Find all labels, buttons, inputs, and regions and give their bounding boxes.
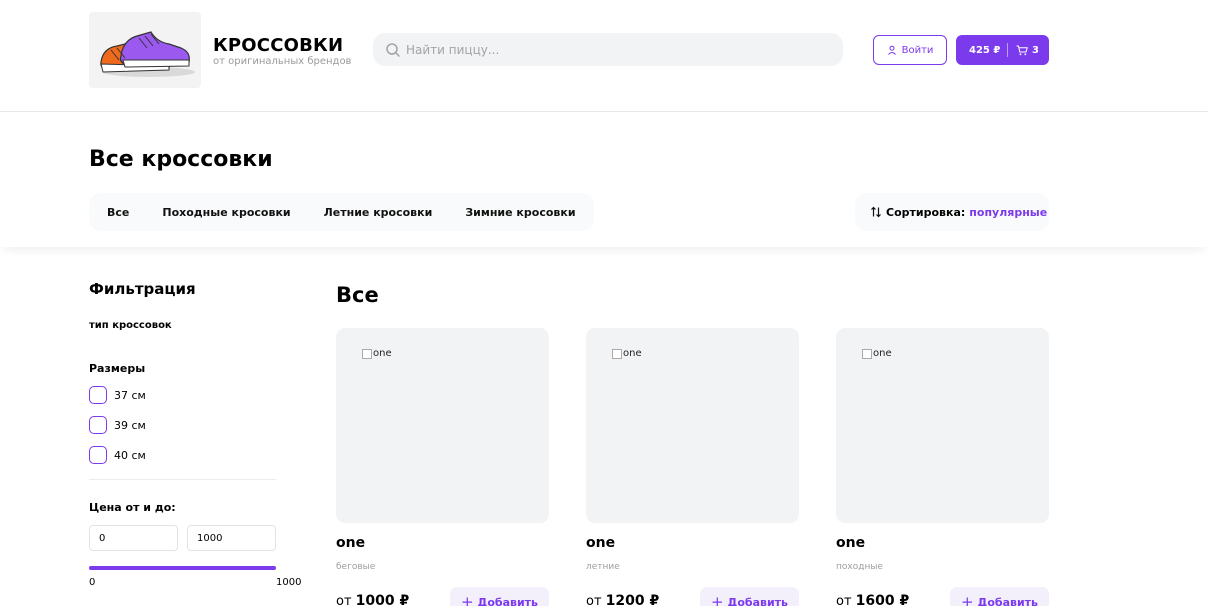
- add-to-cart-button[interactable]: + Добавить: [950, 587, 1049, 606]
- size-checkbox[interactable]: [89, 386, 107, 404]
- size-label: 39 см: [114, 418, 146, 432]
- image-alt-text: one: [373, 348, 392, 359]
- cart-icon: [1016, 45, 1028, 55]
- price-prefix: от: [836, 594, 852, 606]
- product-category: беговые: [336, 562, 376, 572]
- price-value: 1600 ₽: [855, 593, 910, 606]
- size-option-39[interactable]: 39 см: [89, 416, 146, 434]
- image-alt-text: one: [873, 348, 892, 359]
- filter-title: Фильтрация: [89, 280, 196, 298]
- range-max-label: 1000: [276, 577, 302, 588]
- tab-all[interactable]: Все: [107, 206, 129, 219]
- sort-value[interactable]: популярные: [969, 206, 1047, 219]
- filter-divider: [89, 479, 276, 480]
- filter-type-label: тип кроссовок: [89, 320, 172, 331]
- size-option-40[interactable]: 40 см: [89, 446, 146, 464]
- product-name: one: [586, 535, 616, 551]
- login-label: Войти: [901, 44, 934, 56]
- price-title: Цена от и до:: [89, 501, 176, 514]
- logo-sneaker-image[interactable]: [89, 12, 201, 88]
- tab-hiking[interactable]: Походные кросовки: [162, 206, 290, 219]
- size-label: 40 см: [114, 448, 146, 462]
- sort-label: Сортировка:: [886, 205, 966, 219]
- plus-icon: +: [710, 593, 724, 606]
- price-prefix: от: [586, 594, 602, 606]
- product-price: от 1600 ₽: [836, 593, 909, 606]
- product-card[interactable]: one one походные от 1600 ₽ + Добавить: [836, 328, 1049, 606]
- add-to-cart-button[interactable]: + Добавить: [450, 587, 549, 606]
- range-min-label: 0: [89, 577, 96, 588]
- add-label: Добавить: [977, 595, 1039, 606]
- add-label: Добавить: [727, 595, 789, 606]
- sizes-title: Размеры: [89, 362, 146, 375]
- size-checkbox[interactable]: [89, 416, 107, 434]
- price-value: 1000 ₽: [355, 593, 410, 606]
- product-price: от 1200 ₽: [586, 593, 659, 606]
- price-to-input[interactable]: 1000: [187, 525, 276, 551]
- search-icon: [386, 43, 400, 57]
- top-bar: Все кроссовки Все Походные кросовки Летн…: [0, 112, 1208, 247]
- logo-title: КРОССОВКИ: [213, 35, 344, 56]
- search-bar[interactable]: [373, 33, 843, 66]
- price-range-slider[interactable]: [89, 566, 276, 570]
- login-button[interactable]: Войти: [873, 35, 947, 65]
- plus-icon: +: [960, 593, 974, 606]
- search-input[interactable]: [406, 33, 826, 66]
- site-header: КРОССОВКИ от оригинальных брендов Войти …: [0, 0, 1208, 112]
- product-category: летние: [586, 562, 620, 572]
- product-image[interactable]: one: [836, 328, 1049, 523]
- price-from-input[interactable]: 0: [89, 525, 178, 551]
- product-category: походные: [836, 562, 883, 572]
- broken-image-icon: [862, 348, 872, 359]
- sort-arrows-icon: [871, 206, 881, 218]
- tab-summer[interactable]: Летние кросовки: [324, 206, 433, 219]
- user-icon: [887, 45, 896, 55]
- category-tabs: Все Походные кросовки Летние кросовки Зи…: [89, 193, 594, 231]
- page-title: Все кроссовки: [89, 147, 273, 172]
- sort-control[interactable]: Сортировка: популярные: [855, 193, 1049, 231]
- size-option-37[interactable]: 37 см: [89, 386, 146, 404]
- size-checkbox[interactable]: [89, 446, 107, 464]
- broken-image-icon: [362, 348, 372, 359]
- plus-icon: +: [460, 593, 474, 606]
- add-to-cart-button[interactable]: + Добавить: [700, 587, 799, 606]
- product-name: one: [836, 535, 866, 551]
- product-price: от 1000 ₽: [336, 593, 409, 606]
- logo-subtitle: от оригинальных брендов: [213, 56, 352, 67]
- section-title: Все: [336, 283, 379, 307]
- size-label: 37 см: [114, 388, 146, 402]
- product-image[interactable]: one: [586, 328, 799, 523]
- product-name: one: [336, 535, 366, 551]
- broken-image-icon: [612, 348, 622, 359]
- cart-total: 425 ₽: [969, 44, 1001, 56]
- price-value: 1200 ₽: [605, 593, 660, 606]
- add-label: Добавить: [477, 595, 539, 606]
- product-card[interactable]: one one летние от 1200 ₽ + Добавить: [586, 328, 799, 606]
- product-card[interactable]: one one беговые от 1000 ₽ + Добавить: [336, 328, 549, 606]
- cart-button[interactable]: 425 ₽ 3: [956, 35, 1049, 65]
- cart-count: 3: [1032, 44, 1039, 56]
- price-prefix: от: [336, 594, 352, 606]
- tab-winter[interactable]: Зимние кросовки: [465, 206, 575, 219]
- image-alt-text: one: [623, 348, 642, 359]
- product-image[interactable]: one: [336, 328, 549, 523]
